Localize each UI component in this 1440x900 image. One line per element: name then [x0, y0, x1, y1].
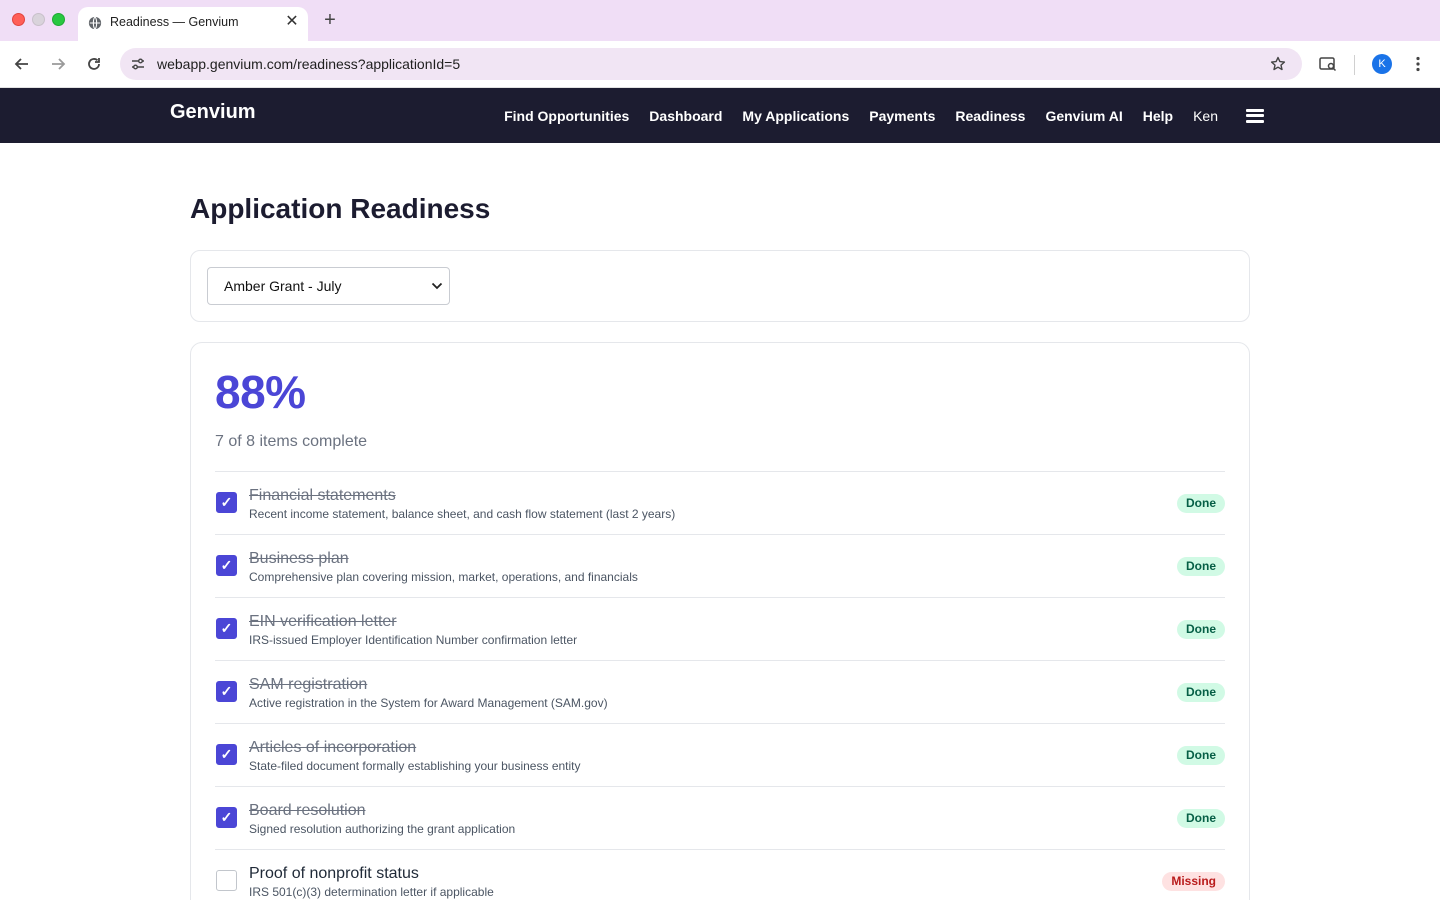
checklist-item-proof-of-nonprofit-status: Proof of nonprofit status IRS 501(c)(3) … [215, 849, 1225, 900]
item-description: Signed resolution authorizing the grant … [249, 822, 516, 836]
brand-logo[interactable]: Genvium [170, 101, 256, 124]
new-tab-icon[interactable]: + [320, 9, 340, 31]
site-settings-icon[interactable] [128, 54, 148, 74]
toolbar-divider [1354, 55, 1355, 75]
item-title: Articles of incorporation [249, 739, 417, 756]
checkbox-checked[interactable]: ✓ [216, 618, 237, 639]
item-description: IRS-issued Employer Identification Numbe… [249, 633, 578, 647]
forward-arrow-icon[interactable] [47, 53, 69, 75]
nav-link-dashboard[interactable]: Dashboard [649, 108, 722, 124]
item-description: Comprehensive plan covering mission, mar… [249, 570, 638, 584]
nav-link-help[interactable]: Help [1143, 108, 1173, 124]
window-close-button[interactable] [12, 13, 25, 26]
hamburger-menu-icon[interactable] [1246, 108, 1264, 123]
application-select[interactable]: Amber Grant - July [207, 267, 450, 305]
reload-icon[interactable] [83, 53, 105, 75]
item-description: State-filed document formally establishi… [249, 759, 581, 773]
checklist-item-financial-statements: ✓ Financial statements Recent income sta… [215, 471, 1225, 534]
status-badge: Done [1177, 557, 1225, 576]
item-title: Board resolution [249, 802, 366, 819]
checkbox-checked[interactable]: ✓ [216, 555, 237, 576]
browser-tab[interactable]: Readiness — Genvium ✕ [78, 7, 308, 41]
profile-avatar[interactable]: K [1372, 54, 1392, 74]
item-title: EIN verification letter [249, 613, 397, 630]
item-title: Proof of nonprofit status [249, 865, 419, 882]
item-title: Business plan [249, 550, 349, 567]
browser-toolbar: webapp.genvium.com/readiness?application… [0, 41, 1440, 88]
more-menu-icon[interactable] [1407, 53, 1429, 75]
tab-close-icon[interactable]: ✕ [282, 12, 302, 32]
application-select-value: Amber Grant - July [224, 278, 342, 294]
status-badge: Done [1177, 809, 1225, 828]
window-minimize-button[interactable] [32, 13, 45, 26]
readiness-percent: 88% [215, 366, 306, 418]
app-navbar: Genvium Find Opportunities Dashboard My … [0, 88, 1440, 143]
browser-tab-bar: Readiness — Genvium ✕ + [0, 0, 1440, 41]
chevron-down-icon [429, 277, 445, 295]
nav-link-find-opportunities[interactable]: Find Opportunities [504, 108, 629, 124]
nav-link-readiness[interactable]: Readiness [955, 108, 1025, 124]
checklist-item-sam-registration: ✓ SAM registration Active registration i… [215, 660, 1225, 723]
nav-link-genvium-ai[interactable]: Genvium AI [1045, 108, 1122, 124]
nav-links: Find Opportunities Dashboard My Applicat… [484, 88, 1264, 143]
checkbox-checked[interactable]: ✓ [216, 681, 237, 702]
bookmark-star-icon[interactable] [1268, 54, 1288, 74]
application-select-card: Amber Grant - July [190, 250, 1250, 322]
globe-icon [88, 16, 102, 30]
url-text[interactable]: webapp.genvium.com/readiness?application… [157, 56, 460, 72]
checklist-item-board-resolution: ✓ Board resolution Signed resolution aut… [215, 786, 1225, 849]
tab-title: Readiness — Genvium [110, 15, 239, 29]
status-badge: Done [1177, 683, 1225, 702]
nav-link-payments[interactable]: Payments [869, 108, 935, 124]
checkbox-checked[interactable]: ✓ [216, 807, 237, 828]
item-description: IRS 501(c)(3) determination letter if ap… [249, 885, 494, 899]
item-description: Recent income statement, balance sheet, … [249, 507, 676, 521]
page-title: Application Readiness [190, 193, 491, 224]
checkbox-unchecked[interactable] [216, 870, 237, 891]
item-title: SAM registration [249, 676, 368, 693]
checklist-item-articles-of-incorporation: ✓ Articles of incorporation State-filed … [215, 723, 1225, 786]
readiness-summary: 7 of 8 items complete [215, 433, 368, 450]
checkbox-checked[interactable]: ✓ [216, 492, 237, 513]
status-badge: Missing [1162, 872, 1225, 891]
user-name[interactable]: Ken [1193, 108, 1218, 124]
item-title: Financial statements [249, 487, 396, 504]
readiness-checklist: ✓ Financial statements Recent income sta… [215, 471, 1225, 900]
status-badge: Done [1177, 746, 1225, 765]
status-badge: Done [1177, 620, 1225, 639]
checklist-item-ein-verification-letter: ✓ EIN verification letter IRS-issued Emp… [215, 597, 1225, 660]
cast-search-icon[interactable] [1317, 53, 1339, 75]
readiness-card: 88% 7 of 8 items complete ✓ Financial st… [190, 342, 1250, 900]
item-description: Active registration in the System for Aw… [249, 696, 608, 710]
window-maximize-button[interactable] [52, 13, 65, 26]
address-bar[interactable]: webapp.genvium.com/readiness?application… [120, 48, 1302, 80]
status-badge: Done [1177, 494, 1225, 513]
nav-link-my-applications[interactable]: My Applications [742, 108, 849, 124]
checklist-item-business-plan: ✓ Business plan Comprehensive plan cover… [215, 534, 1225, 597]
back-arrow-icon[interactable] [11, 53, 33, 75]
checkbox-checked[interactable]: ✓ [216, 744, 237, 765]
